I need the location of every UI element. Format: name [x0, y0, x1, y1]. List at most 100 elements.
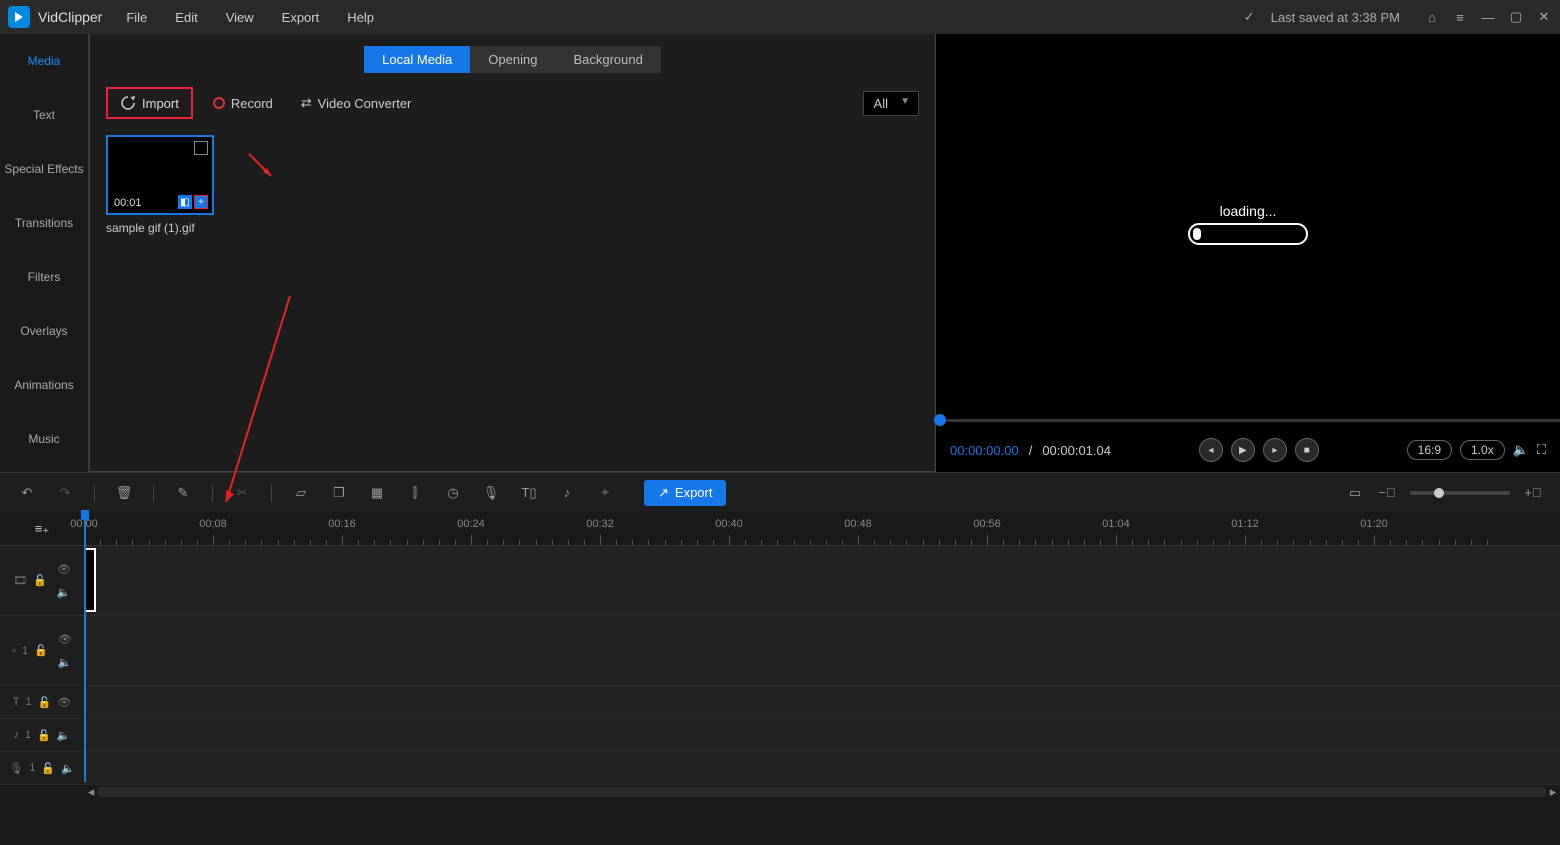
next-frame-button[interactable]: ▸: [1263, 438, 1287, 462]
fit-icon[interactable]: ▭: [1346, 484, 1364, 502]
speed-button[interactable]: 1.0x: [1460, 440, 1505, 460]
home-icon[interactable]: ⌂: [1424, 9, 1440, 25]
voice-track: 🎙 1 🔓 🔈: [0, 752, 1560, 785]
timeline-scrollbar[interactable]: ◂ ▸: [0, 785, 1560, 799]
text-track-num: 1: [25, 696, 31, 708]
preview-pane: loading... 00:00:00.00 / 00:00:01.04 ◂ ▶…: [936, 34, 1560, 472]
text-track-icon: T: [13, 696, 20, 708]
visibility-icon[interactable]: 👁: [57, 696, 71, 709]
sidebar-item-animations[interactable]: Animations: [0, 358, 88, 412]
audio-tool-icon[interactable]: ♪: [558, 484, 576, 502]
add-track-icon[interactable]: ≡₊: [35, 521, 49, 537]
stats-icon[interactable]: ⫿: [406, 484, 424, 502]
undo-icon[interactable]: ↶: [18, 484, 36, 502]
tab-local-media[interactable]: Local Media: [364, 46, 470, 73]
export-label: Export: [675, 485, 713, 500]
stop-button[interactable]: ■: [1295, 438, 1319, 462]
copy-icon[interactable]: ❐: [330, 484, 348, 502]
menu-edit[interactable]: Edit: [175, 10, 197, 25]
volume-icon[interactable]: 🔈: [1513, 442, 1529, 458]
text-track-body[interactable]: [84, 686, 1560, 718]
title-bar: VidClipper File Edit View Export Help ✓ …: [0, 0, 1560, 34]
minimize-icon[interactable]: —: [1480, 9, 1496, 25]
lock-icon[interactable]: 🔓: [37, 729, 51, 742]
menu-bar: File Edit View Export Help: [126, 10, 374, 25]
record-button[interactable]: Record: [205, 90, 281, 117]
lock-icon[interactable]: 🔓: [41, 762, 55, 775]
visibility-icon[interactable]: 👁: [57, 563, 71, 576]
media-duration: 00:01: [114, 197, 142, 209]
tab-background[interactable]: Background: [555, 46, 660, 73]
sidebar-item-text[interactable]: Text: [0, 88, 88, 142]
scroll-left-icon[interactable]: ◂: [84, 785, 98, 799]
mute-icon[interactable]: 🔈: [57, 729, 71, 742]
import-icon: [120, 95, 136, 111]
fullscreen-icon[interactable]: ⛶: [1537, 442, 1546, 458]
sidebar-item-filters[interactable]: Filters: [0, 250, 88, 304]
media-add-icon[interactable]: +: [194, 195, 208, 209]
mic-icon[interactable]: 🎙: [482, 484, 500, 502]
mute-icon[interactable]: 🔈: [57, 586, 71, 599]
sidebar-item-special-effects[interactable]: Special Effects: [0, 142, 88, 196]
redo-icon[interactable]: ↷: [56, 484, 74, 502]
maximize-icon[interactable]: ▢: [1508, 9, 1524, 25]
mute-icon[interactable]: 🔈: [61, 762, 75, 775]
tab-opening[interactable]: Opening: [470, 46, 555, 73]
aspect-ratio-button[interactable]: 16:9: [1407, 440, 1452, 460]
media-filter-select[interactable]: All: [863, 91, 919, 116]
sidebar-item-music[interactable]: Music: [0, 412, 88, 466]
scroll-right-icon[interactable]: ▸: [1546, 785, 1560, 799]
video-track-icon: 🎞: [13, 574, 27, 587]
check-icon: ✓: [1244, 9, 1255, 25]
hamburger-icon[interactable]: ≡: [1452, 9, 1468, 25]
zoom-in-icon[interactable]: +⃝: [1524, 484, 1542, 502]
converter-label: Video Converter: [318, 96, 412, 111]
video-track: 🎞 🔓 👁 🔈: [0, 546, 1560, 616]
edit-icon[interactable]: ✎: [174, 484, 192, 502]
sidebar-item-transitions[interactable]: Transitions: [0, 196, 88, 250]
preview-canvas[interactable]: loading...: [936, 34, 1560, 414]
zoom-slider[interactable]: [1410, 491, 1510, 495]
mosaic-icon[interactable]: ▦: [368, 484, 386, 502]
delete-icon[interactable]: 🗑: [115, 484, 133, 502]
ruler-mark: 00:32: [586, 518, 614, 530]
overlay-track-body[interactable]: [84, 616, 1560, 685]
playhead[interactable]: [84, 512, 86, 782]
voice-track-num: 1: [29, 762, 35, 774]
menu-view[interactable]: View: [226, 10, 254, 25]
video-converter-button[interactable]: ⇄ Video Converter: [293, 89, 420, 117]
close-icon[interactable]: ✕: [1536, 9, 1552, 25]
import-button[interactable]: Import: [106, 87, 193, 119]
mute-icon[interactable]: 🔈: [58, 656, 72, 669]
annotation-arrow-large: [200, 292, 300, 512]
sidebar-item-overlays[interactable]: Overlays: [0, 304, 88, 358]
annotation-arrow-small: [245, 150, 285, 190]
loading-label: loading...: [1188, 203, 1308, 219]
text-track: T 1 🔓 👁: [0, 686, 1560, 719]
preview-scrubber[interactable]: [936, 414, 1560, 428]
lock-icon[interactable]: 🔓: [33, 574, 47, 587]
voice-track-body[interactable]: [84, 752, 1560, 784]
menu-export[interactable]: Export: [282, 10, 320, 25]
play-button[interactable]: ▶: [1231, 438, 1255, 462]
menu-file[interactable]: File: [126, 10, 147, 25]
lock-icon[interactable]: 🔓: [34, 644, 48, 657]
media-info-icon[interactable]: ◧: [178, 195, 192, 209]
video-track-body[interactable]: [84, 546, 1560, 615]
timeline-ruler[interactable]: 00:0000:0800:1600:2400:3200:4000:4800:56…: [84, 512, 1560, 545]
duration-icon[interactable]: ◷: [444, 484, 462, 502]
scrubber-handle[interactable]: [934, 414, 946, 426]
record-label: Record: [231, 96, 273, 111]
sidebar-item-media[interactable]: Media: [0, 34, 88, 88]
ruler-mark: 00:40: [715, 518, 743, 530]
menu-help[interactable]: Help: [347, 10, 374, 25]
media-thumbnail[interactable]: 00:01 ◧ +: [106, 135, 214, 215]
effect-tool-icon[interactable]: ✦: [596, 484, 614, 502]
text-tool-icon[interactable]: T▯: [520, 484, 538, 502]
visibility-icon[interactable]: 👁: [58, 633, 72, 646]
audio-track-body[interactable]: [84, 719, 1560, 751]
lock-icon[interactable]: 🔓: [38, 696, 52, 709]
prev-frame-button[interactable]: ◂: [1199, 438, 1223, 462]
zoom-out-icon[interactable]: −⃝: [1378, 484, 1396, 502]
export-button[interactable]: ↗ Export: [644, 480, 726, 506]
